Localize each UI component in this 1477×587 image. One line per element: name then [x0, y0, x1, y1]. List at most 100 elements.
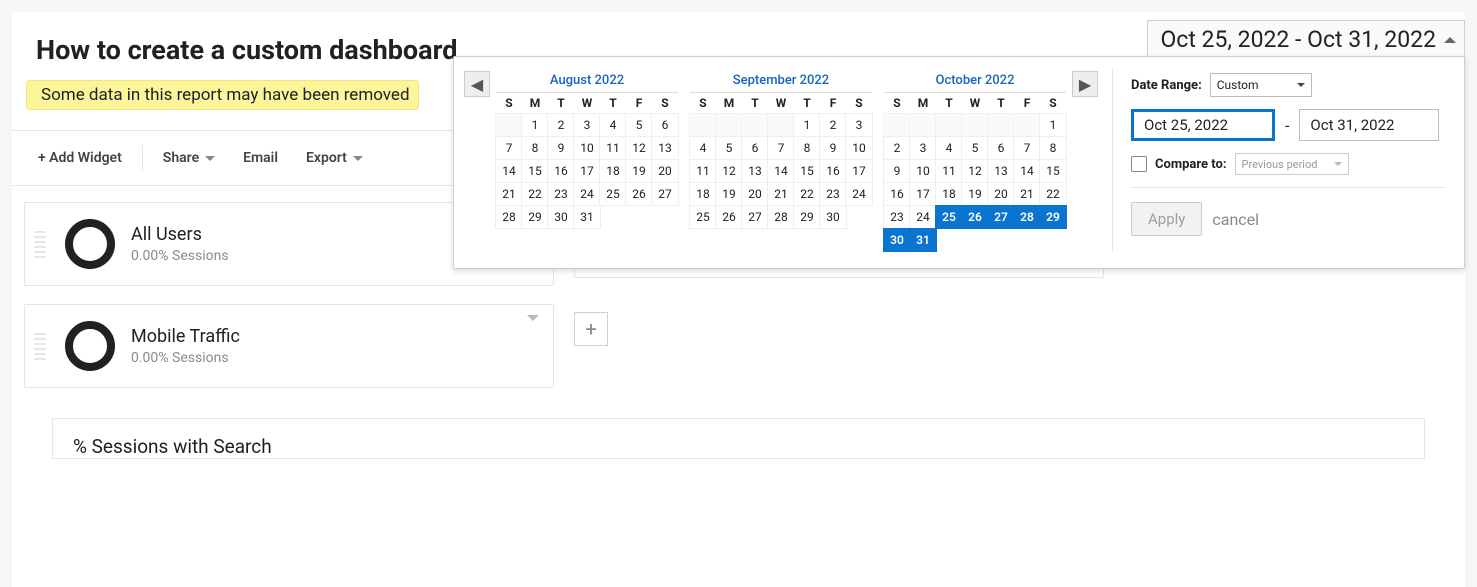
calendar-day[interactable]: 7: [767, 136, 795, 160]
calendar-day[interactable]: 7: [495, 136, 523, 160]
calendar-day[interactable]: 13: [741, 159, 769, 183]
calendar-day[interactable]: 1: [793, 113, 821, 137]
calendar-day[interactable]: 6: [741, 136, 769, 160]
calendar-day[interactable]: 20: [987, 182, 1015, 206]
calendar-day[interactable]: 16: [547, 159, 575, 183]
daterange-mode-select[interactable]: Custom: [1210, 73, 1312, 97]
calendar-day[interactable]: 9: [883, 159, 911, 183]
compare-checkbox[interactable]: [1131, 156, 1147, 172]
export-button[interactable]: Export: [292, 150, 377, 166]
calendar-day[interactable]: 2: [547, 113, 575, 137]
calendar-day[interactable]: 29: [1039, 205, 1067, 229]
calendar-day[interactable]: 1: [1039, 113, 1067, 137]
calendar-day[interactable]: 15: [521, 159, 549, 183]
calendar-day[interactable]: 5: [715, 136, 743, 160]
calendar-day[interactable]: 12: [715, 159, 743, 183]
daterange-button[interactable]: Oct 25, 2022 - Oct 31, 2022: [1147, 20, 1465, 58]
calendar-day[interactable]: 3: [909, 136, 937, 160]
calendar-day[interactable]: 12: [625, 136, 653, 160]
calendar-day[interactable]: 12: [961, 159, 989, 183]
calendar-day[interactable]: 27: [741, 205, 769, 229]
calendar-day[interactable]: 17: [909, 182, 937, 206]
calendar-day[interactable]: 31: [909, 228, 937, 252]
calendar-day[interactable]: 24: [573, 182, 601, 206]
calendar-day[interactable]: 25: [935, 205, 963, 229]
calendar-day[interactable]: 29: [793, 205, 821, 229]
email-button[interactable]: Email: [229, 150, 292, 166]
calendar-day[interactable]: 24: [909, 205, 937, 229]
calendar-day[interactable]: 18: [935, 182, 963, 206]
calendar-day[interactable]: 6: [651, 113, 679, 137]
calendar-day[interactable]: 3: [845, 113, 873, 137]
calendar-day[interactable]: 25: [599, 182, 627, 206]
calendar-day[interactable]: 13: [651, 136, 679, 160]
calendar-day[interactable]: 28: [767, 205, 795, 229]
calendar-day[interactable]: 3: [573, 113, 601, 137]
calendar-prev-button[interactable]: ◀: [464, 71, 490, 97]
chevron-down-icon[interactable]: [527, 315, 539, 327]
calendar-day[interactable]: 7: [1013, 136, 1041, 160]
share-button[interactable]: Share: [149, 150, 229, 166]
calendar-day[interactable]: 14: [767, 159, 795, 183]
calendar-day[interactable]: 27: [651, 182, 679, 206]
calendar-day[interactable]: 16: [819, 159, 847, 183]
calendar-day[interactable]: 14: [1013, 159, 1041, 183]
calendar-day[interactable]: 22: [521, 182, 549, 206]
calendar-day[interactable]: 29: [521, 205, 549, 229]
calendar-day[interactable]: 28: [1013, 205, 1041, 229]
start-date-input[interactable]: Oct 25, 2022: [1131, 109, 1275, 141]
calendar-day[interactable]: 11: [689, 159, 717, 183]
calendar-day[interactable]: 9: [547, 136, 575, 160]
calendar-day[interactable]: 9: [819, 136, 847, 160]
calendar-day[interactable]: 20: [651, 159, 679, 183]
calendar-day[interactable]: 17: [845, 159, 873, 183]
calendar-day[interactable]: 31: [573, 205, 601, 229]
calendar-day[interactable]: 11: [599, 136, 627, 160]
add-widget-button[interactable]: + Add Widget: [24, 150, 136, 166]
calendar-day[interactable]: 13: [987, 159, 1015, 183]
calendar-day[interactable]: 18: [599, 159, 627, 183]
calendar-day[interactable]: 30: [819, 205, 847, 229]
calendar-day[interactable]: 5: [961, 136, 989, 160]
calendar-day[interactable]: 30: [547, 205, 575, 229]
calendar-day[interactable]: 26: [625, 182, 653, 206]
widget-mobile-traffic[interactable]: Mobile Traffic 0.00% Sessions: [24, 304, 554, 388]
calendar-day[interactable]: 15: [1039, 159, 1067, 183]
calendar-day[interactable]: 8: [521, 136, 549, 160]
calendar-day[interactable]: 10: [909, 159, 937, 183]
calendar-day[interactable]: 24: [845, 182, 873, 206]
calendar-day[interactable]: 4: [689, 136, 717, 160]
widget-sessions-with-search[interactable]: % Sessions with Search: [52, 418, 1425, 459]
calendar-day[interactable]: 23: [819, 182, 847, 206]
calendar-day[interactable]: 30: [883, 228, 911, 252]
calendar-day[interactable]: 26: [715, 205, 743, 229]
calendar-day[interactable]: 10: [573, 136, 601, 160]
calendar-day[interactable]: 25: [689, 205, 717, 229]
calendar-next-button[interactable]: ▶: [1072, 71, 1098, 97]
calendar-day[interactable]: 17: [573, 159, 601, 183]
calendar-day[interactable]: 19: [961, 182, 989, 206]
drag-handle-icon[interactable]: [31, 231, 49, 258]
calendar-day[interactable]: 2: [883, 136, 911, 160]
cancel-link[interactable]: cancel: [1212, 210, 1259, 229]
calendar-day[interactable]: 19: [715, 182, 743, 206]
calendar-day[interactable]: 4: [599, 113, 627, 137]
calendar-day[interactable]: 21: [495, 182, 523, 206]
calendar-day[interactable]: 14: [495, 159, 523, 183]
calendar-day[interactable]: 4: [935, 136, 963, 160]
calendar-day[interactable]: 19: [625, 159, 653, 183]
calendar-day[interactable]: 11: [935, 159, 963, 183]
calendar-day[interactable]: 23: [883, 205, 911, 229]
calendar-day[interactable]: 22: [1039, 182, 1067, 206]
calendar-day[interactable]: 20: [741, 182, 769, 206]
calendar-day[interactable]: 8: [793, 136, 821, 160]
drag-handle-icon[interactable]: [31, 333, 49, 360]
calendar-day[interactable]: 2: [819, 113, 847, 137]
calendar-day[interactable]: 23: [547, 182, 575, 206]
calendar-day[interactable]: 27: [987, 205, 1015, 229]
calendar-day[interactable]: 22: [793, 182, 821, 206]
calendar-day[interactable]: 10: [845, 136, 873, 160]
apply-button[interactable]: Apply: [1131, 202, 1202, 236]
calendar-day[interactable]: 1: [521, 113, 549, 137]
calendar-day[interactable]: 16: [883, 182, 911, 206]
